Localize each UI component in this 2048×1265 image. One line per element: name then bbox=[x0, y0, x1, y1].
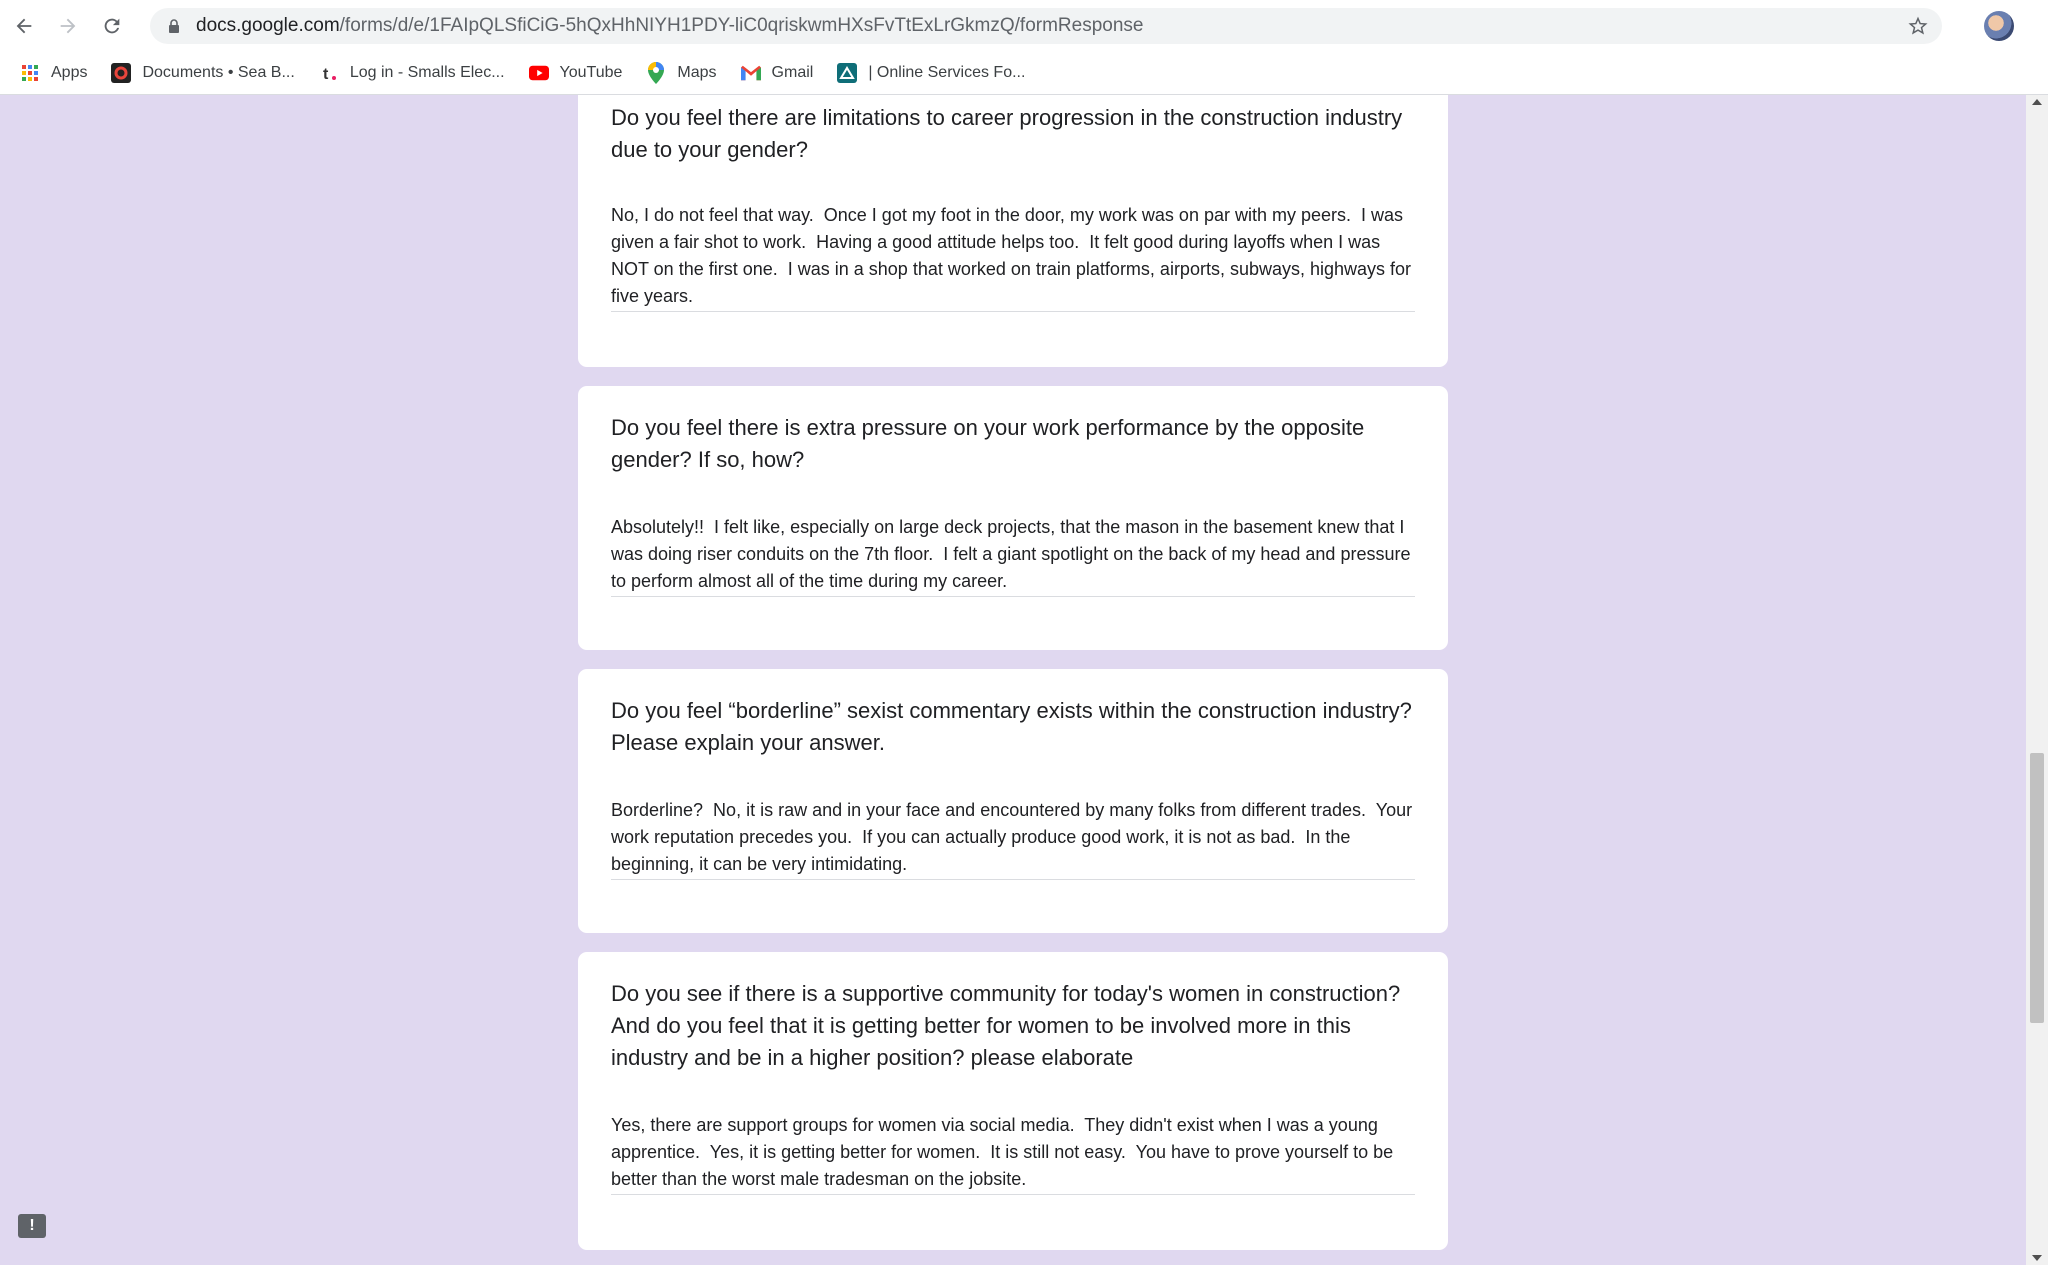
answer-text: Yes, there are support groups for women … bbox=[611, 1112, 1415, 1195]
apps-grid-icon bbox=[20, 63, 40, 83]
bookmark-maps[interactable]: Maps bbox=[646, 62, 717, 84]
reload-button[interactable] bbox=[92, 6, 132, 46]
scrollbar-thumb[interactable] bbox=[2030, 753, 2044, 1023]
answer-text: No, I do not feel that way. Once I got m… bbox=[611, 202, 1415, 312]
youtube-icon bbox=[528, 63, 549, 83]
form-page: Do you feel there are limitations to car… bbox=[0, 95, 2026, 1265]
maps-icon bbox=[646, 62, 666, 84]
scroll-down-arrow-icon[interactable] bbox=[2032, 1255, 2042, 1261]
question-card: Do you see if there is a supportive comm… bbox=[578, 952, 1448, 1250]
bookmark-label: YouTube bbox=[559, 64, 623, 81]
answer-text: Absolutely!! I felt like, especially on … bbox=[611, 514, 1415, 597]
question-card: Do you feel “borderline” sexist commenta… bbox=[578, 669, 1448, 933]
bookmark-label: Gmail bbox=[771, 64, 814, 81]
online-services-icon bbox=[837, 63, 858, 83]
bookmark-apps[interactable]: Apps bbox=[20, 63, 87, 83]
page-scrollbar[interactable] bbox=[2026, 95, 2048, 1265]
svg-text:t: t bbox=[323, 66, 329, 83]
gmail-icon bbox=[740, 63, 761, 83]
smalls-icon: t bbox=[319, 63, 339, 83]
bookmark-label: Apps bbox=[51, 64, 88, 81]
url-domain: docs.google.com bbox=[196, 15, 340, 36]
lock-icon bbox=[169, 19, 179, 33]
question-title: Do you feel “borderline” sexist commenta… bbox=[611, 698, 1412, 755]
forward-button[interactable] bbox=[48, 6, 88, 46]
feedback-icon: ! bbox=[29, 1217, 35, 1234]
address-bar[interactable]: docs.google.com/forms/d/e/1FAIpQLSfiCiG-… bbox=[150, 8, 1942, 44]
forward-arrow-icon bbox=[60, 18, 76, 34]
reload-icon bbox=[104, 18, 120, 34]
browser-toolbar: docs.google.com/forms/d/e/1FAIpQLSfiCiG-… bbox=[0, 0, 2048, 52]
question-title: Do you feel there are limitations to car… bbox=[611, 105, 1403, 162]
url-text: docs.google.com/forms/d/e/1FAIpQLSfiCiG-… bbox=[196, 15, 1144, 37]
bookmark-online-services[interactable]: | Online Services Fo... bbox=[837, 63, 1025, 83]
documents-icon bbox=[111, 63, 132, 83]
bookmark-documents[interactable]: Documents • Sea B... bbox=[111, 63, 295, 83]
bookmark-label: | Online Services Fo... bbox=[868, 64, 1026, 81]
bookmark-star-icon[interactable] bbox=[1908, 16, 1928, 36]
bookmark-label: Maps bbox=[677, 64, 717, 81]
scroll-up-arrow-icon[interactable] bbox=[2032, 99, 2042, 105]
question-card: Do you feel there are limitations to car… bbox=[578, 95, 1448, 367]
profile-avatar[interactable] bbox=[1984, 11, 2014, 41]
answer-text: Borderline? No, it is raw and in your fa… bbox=[611, 797, 1415, 880]
bookmarks-bar: Apps Documents • Sea B... t Log in - Sma… bbox=[0, 52, 2048, 95]
question-title: Do you see if there is a supportive comm… bbox=[611, 981, 1401, 1070]
back-arrow-icon bbox=[16, 18, 32, 34]
bookmark-label: Documents • Sea B... bbox=[142, 64, 295, 81]
question-title: Do you feel there is extra pressure on y… bbox=[611, 415, 1365, 472]
back-button[interactable] bbox=[4, 6, 44, 46]
bookmark-smalls[interactable]: t Log in - Smalls Elec... bbox=[319, 63, 505, 83]
url-path: /forms/d/e/1FAIpQLSfiCiG-5hQxHhNIYH1PDY-… bbox=[339, 15, 1144, 36]
feedback-button[interactable]: ! bbox=[18, 1214, 46, 1238]
bookmark-youtube[interactable]: YouTube bbox=[528, 63, 623, 83]
bookmark-gmail[interactable]: Gmail bbox=[740, 63, 814, 83]
question-card: Do you feel there is extra pressure on y… bbox=[578, 386, 1448, 650]
bookmark-label: Log in - Smalls Elec... bbox=[349, 64, 505, 81]
